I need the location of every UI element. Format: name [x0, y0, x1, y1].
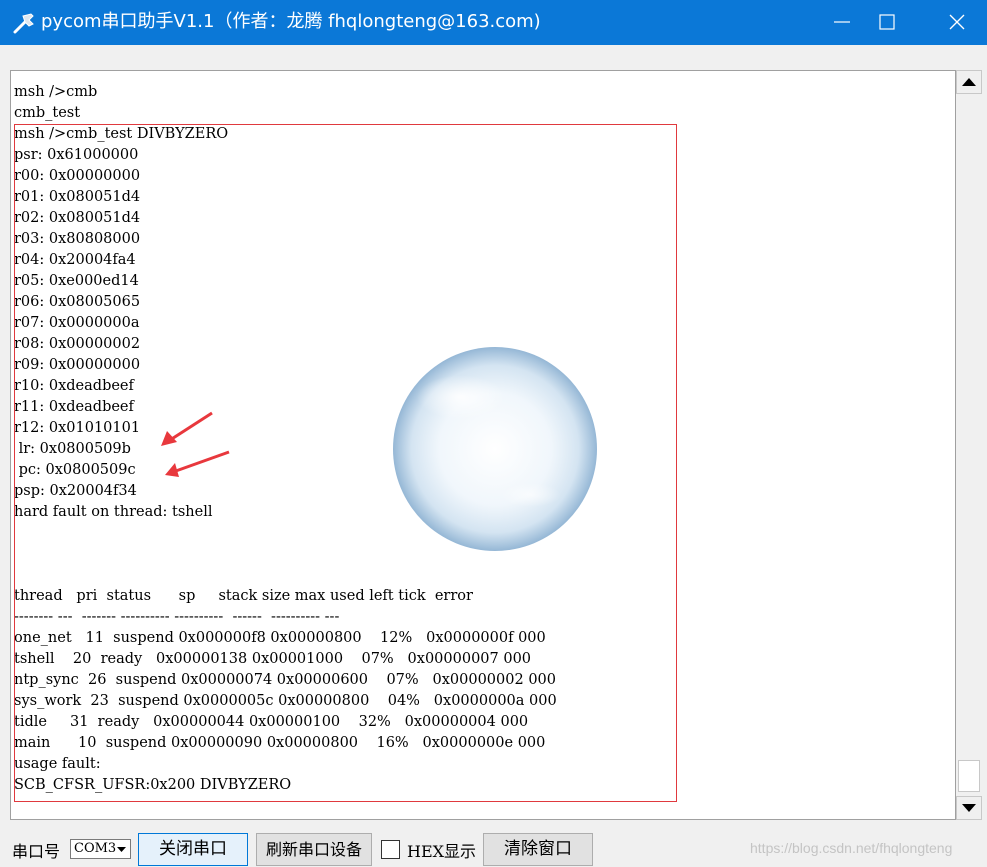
- clear-window-button[interactable]: 清除窗口: [483, 833, 593, 866]
- dropdown-caret-icon: [117, 847, 126, 852]
- scroll-down-button[interactable]: [956, 796, 982, 820]
- port-label: 串口号: [12, 842, 61, 861]
- terminal-line: cmb_test: [14, 105, 81, 121]
- refresh-ports-button[interactable]: 刷新串口设备: [256, 833, 372, 866]
- control-bar: 串口号 COM3 关闭串口 刷新串口设备 HEX显示 清除窗口 https://…: [0, 828, 987, 867]
- red-arrow-icon: [161, 411, 213, 446]
- window-title: pycom串口助手V1.1（作者：龙腾 fhqlongteng@163.com): [41, 11, 541, 32]
- terminal-line: msh />cmb: [14, 84, 98, 100]
- close-button[interactable]: [934, 0, 980, 45]
- close-icon: [949, 14, 965, 30]
- bubble-image: [393, 347, 597, 551]
- minimize-icon: [834, 21, 850, 23]
- close-port-button[interactable]: 关闭串口: [138, 833, 248, 866]
- watermark: https://blog.csdn.net/fhqlongteng: [750, 840, 953, 856]
- scroll-up-button[interactable]: [956, 70, 982, 94]
- terminal-output[interactable]: msh />cmb cmb_test msh />cmb_test DIVBYZER…: [10, 70, 956, 820]
- scroll-thumb[interactable]: [958, 760, 980, 792]
- hex-display-label: HEX显示: [407, 842, 477, 861]
- minimize-button[interactable]: [819, 0, 865, 45]
- scroll-down-icon: [962, 804, 976, 812]
- maximize-icon: [879, 14, 895, 30]
- app-icon: [13, 13, 34, 34]
- vertical-scrollbar[interactable]: [956, 70, 982, 820]
- maximize-button[interactable]: [864, 0, 910, 45]
- scroll-up-icon: [962, 78, 976, 86]
- red-arrow-icon: [165, 450, 230, 477]
- port-select[interactable]: COM3: [70, 839, 131, 859]
- hex-display-checkbox[interactable]: [381, 840, 400, 859]
- port-select-value: COM3: [74, 841, 117, 856]
- title-bar: pycom串口助手V1.1（作者：龙腾 fhqlongteng@163.com): [0, 0, 987, 45]
